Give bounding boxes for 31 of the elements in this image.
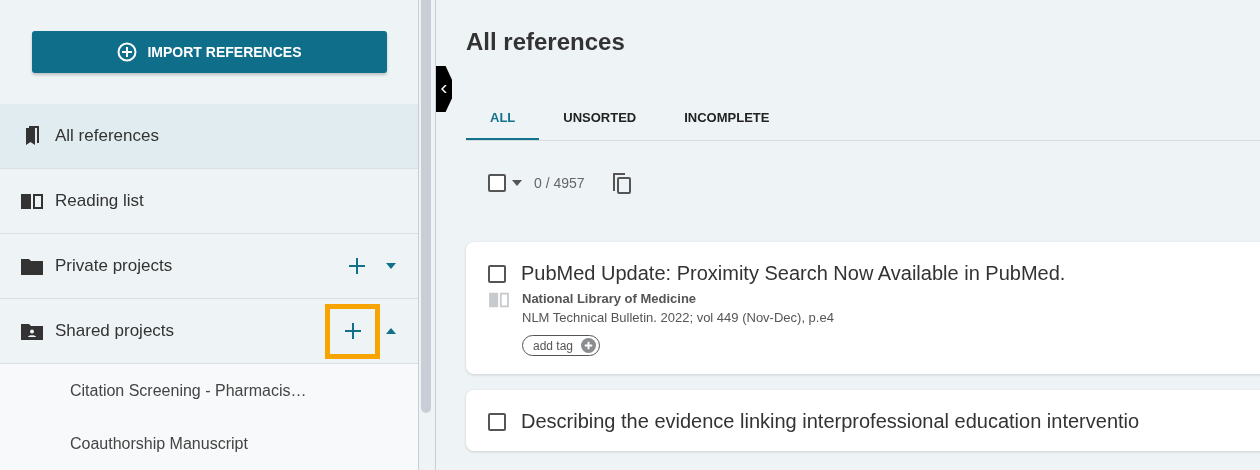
reference-title: Describing the evidence linking interprofessional education interventio xyxy=(521,410,1140,433)
chevron-left-icon xyxy=(441,85,447,93)
book-icon xyxy=(488,291,510,309)
source-text: NLM Technical Bulletin. 2022; vol 449 (Nov-Dec), p.e4 xyxy=(522,310,834,325)
project-item[interactable]: Citation Screening - Pharmacis… xyxy=(0,364,418,417)
project-item[interactable]: Coauthorship Manuscript xyxy=(0,417,418,470)
add-circle-icon xyxy=(581,338,597,353)
nav-item[interactable]: Private projects xyxy=(0,234,418,299)
import-references-button[interactable]: IMPORT REFERENCES xyxy=(32,31,387,73)
add-circle-icon xyxy=(117,42,138,62)
selection-count: 0 / 4957 xyxy=(534,175,585,191)
tab[interactable]: INCOMPLETE xyxy=(660,96,794,140)
add-icon xyxy=(348,257,366,275)
reference-card[interactable]: PubMed Update: Proximity Search Now Available in PubMed. National Library of Medicine NLM Technical Bulletin. 2022; vol 449 (Nov-Dec), p.e4 add tag xyxy=(466,242,1260,374)
nav-item[interactable]: All references xyxy=(0,104,418,169)
add-tag-button[interactable]: add tag xyxy=(522,335,601,356)
tab[interactable]: ALL xyxy=(466,96,540,140)
nav-item[interactable]: Reading list xyxy=(0,169,418,234)
copy-icon xyxy=(610,171,633,195)
caret-down-icon xyxy=(512,180,522,186)
checkbox[interactable] xyxy=(488,412,506,431)
author-name: National Library of Medicine xyxy=(522,291,698,306)
checkbox[interactable] xyxy=(488,174,506,192)
reference-title: PubMed Update: Proximity Search Now Available in PubMed. xyxy=(521,262,1066,285)
reference-card[interactable]: Describing the evidence linking interprofessional education interventio xyxy=(466,390,1260,451)
add-icon xyxy=(343,322,362,340)
page-title: All references xyxy=(466,27,626,57)
checkbox[interactable] xyxy=(488,264,506,283)
tab[interactable]: UNSORTED xyxy=(539,96,661,140)
collapse-handle[interactable] xyxy=(436,66,452,112)
scrollbar-thumb[interactable] xyxy=(421,0,431,413)
